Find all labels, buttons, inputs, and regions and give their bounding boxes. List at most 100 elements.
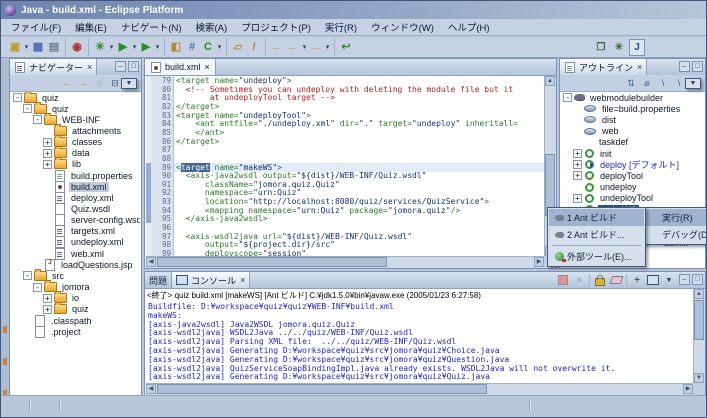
toolbar-back-button[interactable]: ←	[269, 39, 285, 56]
tree-item-jomora[interactable]: -jomora	[11, 282, 140, 293]
twisty-expand-icon[interactable]: +	[43, 138, 52, 147]
scroll-up-icon[interactable]: ▲	[545, 76, 555, 86]
menubar-item[interactable]: ヘルプ(H)	[441, 18, 497, 36]
twisty-expand-icon[interactable]: +	[573, 149, 582, 158]
twisty-collapse-icon[interactable]: -	[33, 115, 42, 124]
tree-item-web[interactable]: web	[561, 126, 704, 137]
ant-menu-item-3[interactable]: 外部ツール(E)...	[549, 248, 644, 265]
twisty-expand-icon[interactable]: +	[573, 171, 582, 180]
tree-item-.project[interactable]: .project	[11, 326, 140, 337]
view-menu-icon[interactable]: ▼	[121, 78, 137, 89]
menubar-item[interactable]: プロジェクト(P)	[234, 18, 318, 36]
twisty-expand-icon[interactable]: +	[43, 160, 52, 169]
filter-icon[interactable]: \	[657, 78, 669, 88]
tree-item-targets.xml[interactable]: targets.xml	[11, 226, 140, 237]
remove-launch-icon[interactable]: ×	[573, 274, 585, 286]
perspective-open-perspective-button[interactable]: ❐	[593, 39, 609, 56]
tree-item-attachments[interactable]: attachments	[11, 125, 140, 136]
navigator-tree[interactable]: -quiz-quiz-WEB-INFattachments+classes+da…	[11, 92, 140, 394]
up-icon[interactable]: ◎	[93, 78, 105, 89]
hide-internal-targets-icon[interactable]: ⌀	[641, 78, 653, 89]
twisty-expand-icon[interactable]: +	[43, 149, 52, 158]
toolbar-ant-tool-button[interactable]: ✳	[92, 39, 108, 56]
run-menu-item-1[interactable]: デバッグ(D)▸	[644, 226, 707, 243]
menubar-item[interactable]: 実行(R)	[318, 18, 364, 36]
scroll-left-icon[interactable]: ◀	[146, 384, 156, 394]
tree-item-classes[interactable]: +classes	[11, 137, 140, 148]
menubar-item[interactable]: 検索(A)	[189, 18, 235, 36]
close-icon[interactable]: ×	[240, 275, 245, 285]
tree-item-build.xml[interactable]: build.xml	[11, 181, 140, 192]
tree-item-.classpath[interactable]: .classpath	[11, 315, 140, 326]
twisty-collapse-icon[interactable]: -	[563, 93, 572, 102]
toolbar-run-button[interactable]: ▶	[115, 39, 131, 56]
toolbar-refresh-button[interactable]: C	[200, 39, 216, 56]
tree-item-io[interactable]: +io	[11, 293, 140, 304]
tree-item-src[interactable]: -src	[11, 270, 140, 281]
toolbar-print-button[interactable]: ▤	[46, 39, 62, 56]
menubar-item[interactable]: ウィンドウ(W)	[364, 18, 441, 36]
twisty-expand-icon[interactable]: +	[573, 194, 582, 203]
ant-menu-item-0[interactable]: 1 Ant ビルド	[549, 209, 644, 226]
scroll-lock-icon[interactable]	[594, 274, 606, 286]
toolbar-save-button[interactable]: ▦	[30, 39, 46, 56]
tree-item-taskdef[interactable]: taskdef	[561, 137, 704, 148]
chevron-down-icon[interactable]: ▾	[216, 39, 223, 56]
toolbar-java-cup-button[interactable]: ◉	[69, 39, 85, 56]
tree-item-webmodulebuilder[interactable]: -webmodulebuilder	[561, 92, 704, 103]
console-hscrollbar[interactable]: ◀ ▶	[146, 383, 693, 395]
ant-menu-item-1[interactable]: 2 Ant ビルド...	[549, 226, 644, 243]
console-vscrollbar[interactable]: ▲ ▼	[693, 289, 705, 383]
scroll-right-icon[interactable]: ▶	[534, 257, 544, 267]
forward-icon[interactable]: →	[77, 78, 89, 88]
minimize-button[interactable]: –	[679, 61, 690, 72]
run-menu-item-0[interactable]: 実行(R)▸	[644, 209, 707, 226]
twisty-collapse-icon[interactable]: -	[13, 93, 22, 102]
tab-コンソール[interactable]: コンソール×	[172, 272, 250, 288]
scroll-down-icon[interactable]: ▼	[694, 373, 704, 383]
tree-item-web.xml[interactable]: web.xml	[11, 248, 140, 259]
collapse-all-icon[interactable]: ⊟	[109, 78, 121, 89]
chevron-down-icon[interactable]: ▼	[663, 274, 675, 286]
tree-item-quiz[interactable]: -quiz	[11, 103, 140, 114]
tree-item-quiz[interactable]: -quiz	[11, 92, 140, 103]
tree-item-undeploy[interactable]: undeploy	[561, 182, 704, 193]
tree-item-WEB-INF[interactable]: -WEB-INF	[11, 114, 140, 125]
twisty-collapse-icon[interactable]: -	[23, 271, 32, 280]
maximize-button[interactable]: □	[128, 61, 139, 72]
twisty-expand-icon[interactable]: +	[43, 294, 52, 303]
scroll-thumb[interactable]	[157, 384, 487, 394]
toolbar-java-package-button[interactable]: #	[184, 39, 200, 56]
chevron-down-icon[interactable]: ▾	[154, 39, 161, 56]
tree-item-data[interactable]: +data	[11, 148, 140, 159]
tree-item-Quiz.wsdl[interactable]: Quiz.wsdl	[11, 204, 140, 215]
pin-console-icon[interactable]: +	[631, 274, 643, 286]
tree-item-server-config.wsdd[interactable]: server-config.wsdd	[11, 215, 140, 226]
toolbar-run-external-button[interactable]: ▶	[138, 39, 154, 56]
tree-item-deployTool[interactable]: +deployTool	[561, 170, 704, 181]
scroll-left-icon[interactable]: ◀	[146, 257, 156, 267]
back-icon[interactable]: ←	[61, 78, 73, 88]
title-bar[interactable]: Java - build.xml - Eclipse Platform	[1, 1, 706, 19]
toolbar-paintbrush-button[interactable]: /	[246, 39, 262, 56]
scroll-thumb[interactable]	[157, 257, 387, 267]
twisty-expand-icon[interactable]: +	[573, 160, 582, 169]
menubar-item[interactable]: ナビゲート(N)	[114, 18, 189, 36]
tab-問題[interactable]: 問題	[145, 272, 172, 288]
twisty-expand-icon[interactable]: +	[43, 305, 52, 314]
toolbar-last-edit-button[interactable]: ↩	[338, 39, 354, 56]
close-icon[interactable]: ×	[87, 62, 92, 72]
scroll-right-icon[interactable]: ▶	[683, 384, 693, 394]
tree-item-dist[interactable]: dist	[561, 114, 704, 125]
editor-hscrollbar[interactable]: ◀ ▶	[146, 256, 544, 268]
display-console-icon[interactable]	[647, 274, 659, 286]
toolbar-forward-button[interactable]: →	[308, 39, 324, 56]
chevron-down-icon[interactable]: ▾	[23, 39, 30, 56]
maximize-button[interactable]: □	[692, 61, 703, 72]
menubar-item[interactable]: 編集(E)	[68, 18, 114, 36]
menubar-item[interactable]: ファイル(F)	[4, 18, 68, 36]
tab-navigator[interactable]: ナビゲーター ×	[10, 59, 97, 75]
twisty-collapse-icon[interactable]: -	[23, 104, 32, 113]
sort-icon[interactable]: ⇅	[625, 78, 637, 89]
chevron-down-icon[interactable]: ▾	[108, 39, 115, 56]
